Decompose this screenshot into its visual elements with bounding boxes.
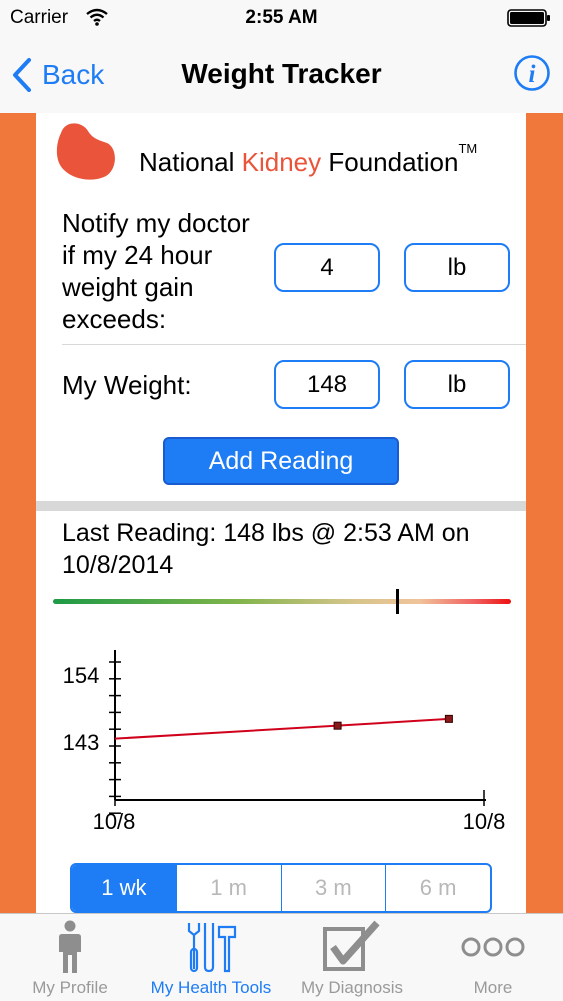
weight-gain-gauge (53, 599, 511, 604)
divider (62, 344, 526, 345)
notify-label: Notify my doctor if my 24 hour weight ga… (62, 208, 250, 334)
status-time: 2:55 AM (245, 7, 318, 28)
tab-my-diagnosis[interactable]: My Diagnosis (282, 914, 422, 1001)
kidney-logo-icon (56, 123, 115, 180)
range-option-3-m[interactable]: 3 m (282, 865, 387, 911)
series-layer (114, 714, 453, 740)
range-option-6-m[interactable]: 6 m (386, 865, 490, 911)
person-icon (59, 920, 81, 973)
x-tick-label: 10/8 (93, 809, 136, 834)
tab-label: My Diagnosis (300, 978, 404, 997)
tab-more[interactable]: More (423, 914, 563, 1001)
time-range-selector: 1 wk 1 m3 m6 m (70, 863, 492, 913)
checkbox-icon (323, 920, 380, 971)
more-icon (461, 937, 525, 957)
x-axis-ticks (114, 790, 485, 806)
gauge-marker (395, 589, 399, 614)
page-title: Weight Tracker (181, 58, 382, 89)
weight-field[interactable]: 148 (274, 360, 380, 409)
last-reading-text: Last Reading: 148 lbs @ 2:53 AM on 10/8/… (62, 519, 470, 579)
brand-name: National Kidney FoundationTM (139, 141, 477, 178)
nav-bar: Back Weight Tracker i (0, 36, 563, 114)
y-tick-label: 143 (63, 730, 100, 755)
main-content: National Kidney FoundationTM Notify my d… (36, 113, 526, 913)
tab-label: More (473, 978, 513, 997)
tab-bar: My Profile My Health Tools My Diagnosis (0, 913, 563, 1001)
brand-highlight: Kidney (241, 147, 322, 177)
weight-unit-field[interactable]: lb (404, 360, 510, 409)
data-point (444, 714, 453, 723)
add-reading-button[interactable]: Add Reading (163, 437, 399, 485)
tab-my-profile[interactable]: My Profile (0, 914, 140, 1001)
weight-chart: 154 143 10/8 10/8 (63, 650, 506, 834)
range-option-1-m[interactable]: 1 m (177, 865, 282, 911)
threshold-unit-field[interactable]: lb (404, 243, 510, 292)
tab-label: My Profile (32, 978, 108, 997)
section-divider (36, 501, 526, 511)
brand-suffix: Foundation (321, 147, 459, 177)
tab-label: My Health Tools (150, 978, 272, 997)
range-option-1-wk[interactable]: 1 wk (72, 865, 177, 911)
tools-icon (187, 923, 237, 973)
svg-text:i: i (529, 61, 536, 88)
my-weight-label: My Weight: (62, 370, 192, 400)
status-bar: Carrier 2:55 AM (0, 0, 563, 36)
data-point (333, 721, 342, 730)
battery-icon (507, 9, 550, 27)
orange-border-right (526, 113, 563, 913)
weight-gain-threshold-field[interactable]: 4 (274, 243, 380, 292)
info-icon[interactable]: i (513, 54, 551, 92)
series-line (114, 717, 449, 740)
brand-prefix: National (139, 147, 242, 177)
tab-my-health-tools[interactable]: My Health Tools (141, 914, 281, 1001)
orange-border-left (0, 113, 36, 913)
y-tick-label: 154 (63, 663, 100, 688)
trademark: TM (458, 141, 478, 157)
x-tick-label: 10/8 (463, 809, 506, 834)
